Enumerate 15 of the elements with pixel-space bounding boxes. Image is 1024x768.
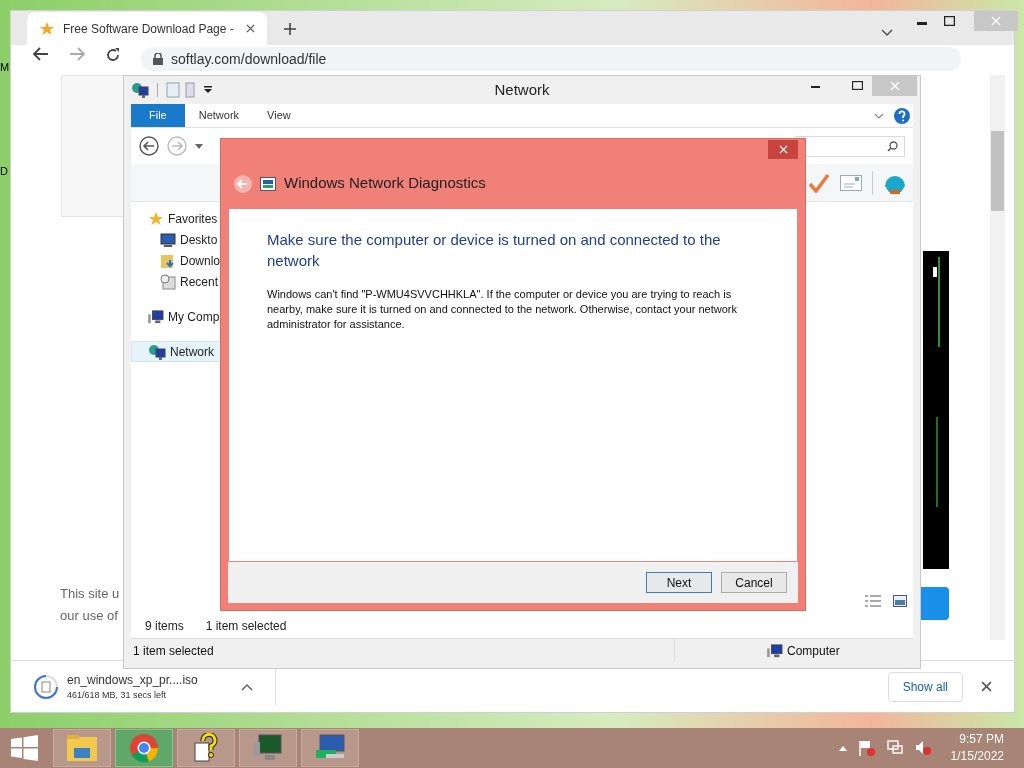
selection-status: 1 item selected xyxy=(132,642,215,660)
selection-status: 1 item selected xyxy=(205,617,287,635)
dialog-heading: Make sure the computer or device is turned on and connected to the network xyxy=(267,230,722,271)
dialog-title: Windows Network Diagnostics xyxy=(284,173,486,194)
cookie-notice-line: our use of xyxy=(60,607,119,625)
cookie-notice-line: This site u xyxy=(60,585,120,603)
window-title: Network xyxy=(494,79,550,100)
location-label: Computer xyxy=(787,642,840,660)
download-filename: en_windows_xp_pr....iso xyxy=(67,671,199,689)
desktop-icon-label: M xyxy=(0,60,10,75)
item-count: 9 items xyxy=(145,617,184,635)
dialog-message: Windows can't find "P-WMU4SVVCHHKLA". If the computer or device you are trying to reach is nearby, make sure it is turned on and connected to the network. Otherwise, contact your network administrator for assistance. xyxy=(267,287,738,332)
desktop-icon-label: D xyxy=(0,164,8,179)
tab-title: Free Software Download Page - xyxy=(63,20,234,38)
download-progress-text: 461/618 MB, 31 secs left xyxy=(67,688,168,702)
